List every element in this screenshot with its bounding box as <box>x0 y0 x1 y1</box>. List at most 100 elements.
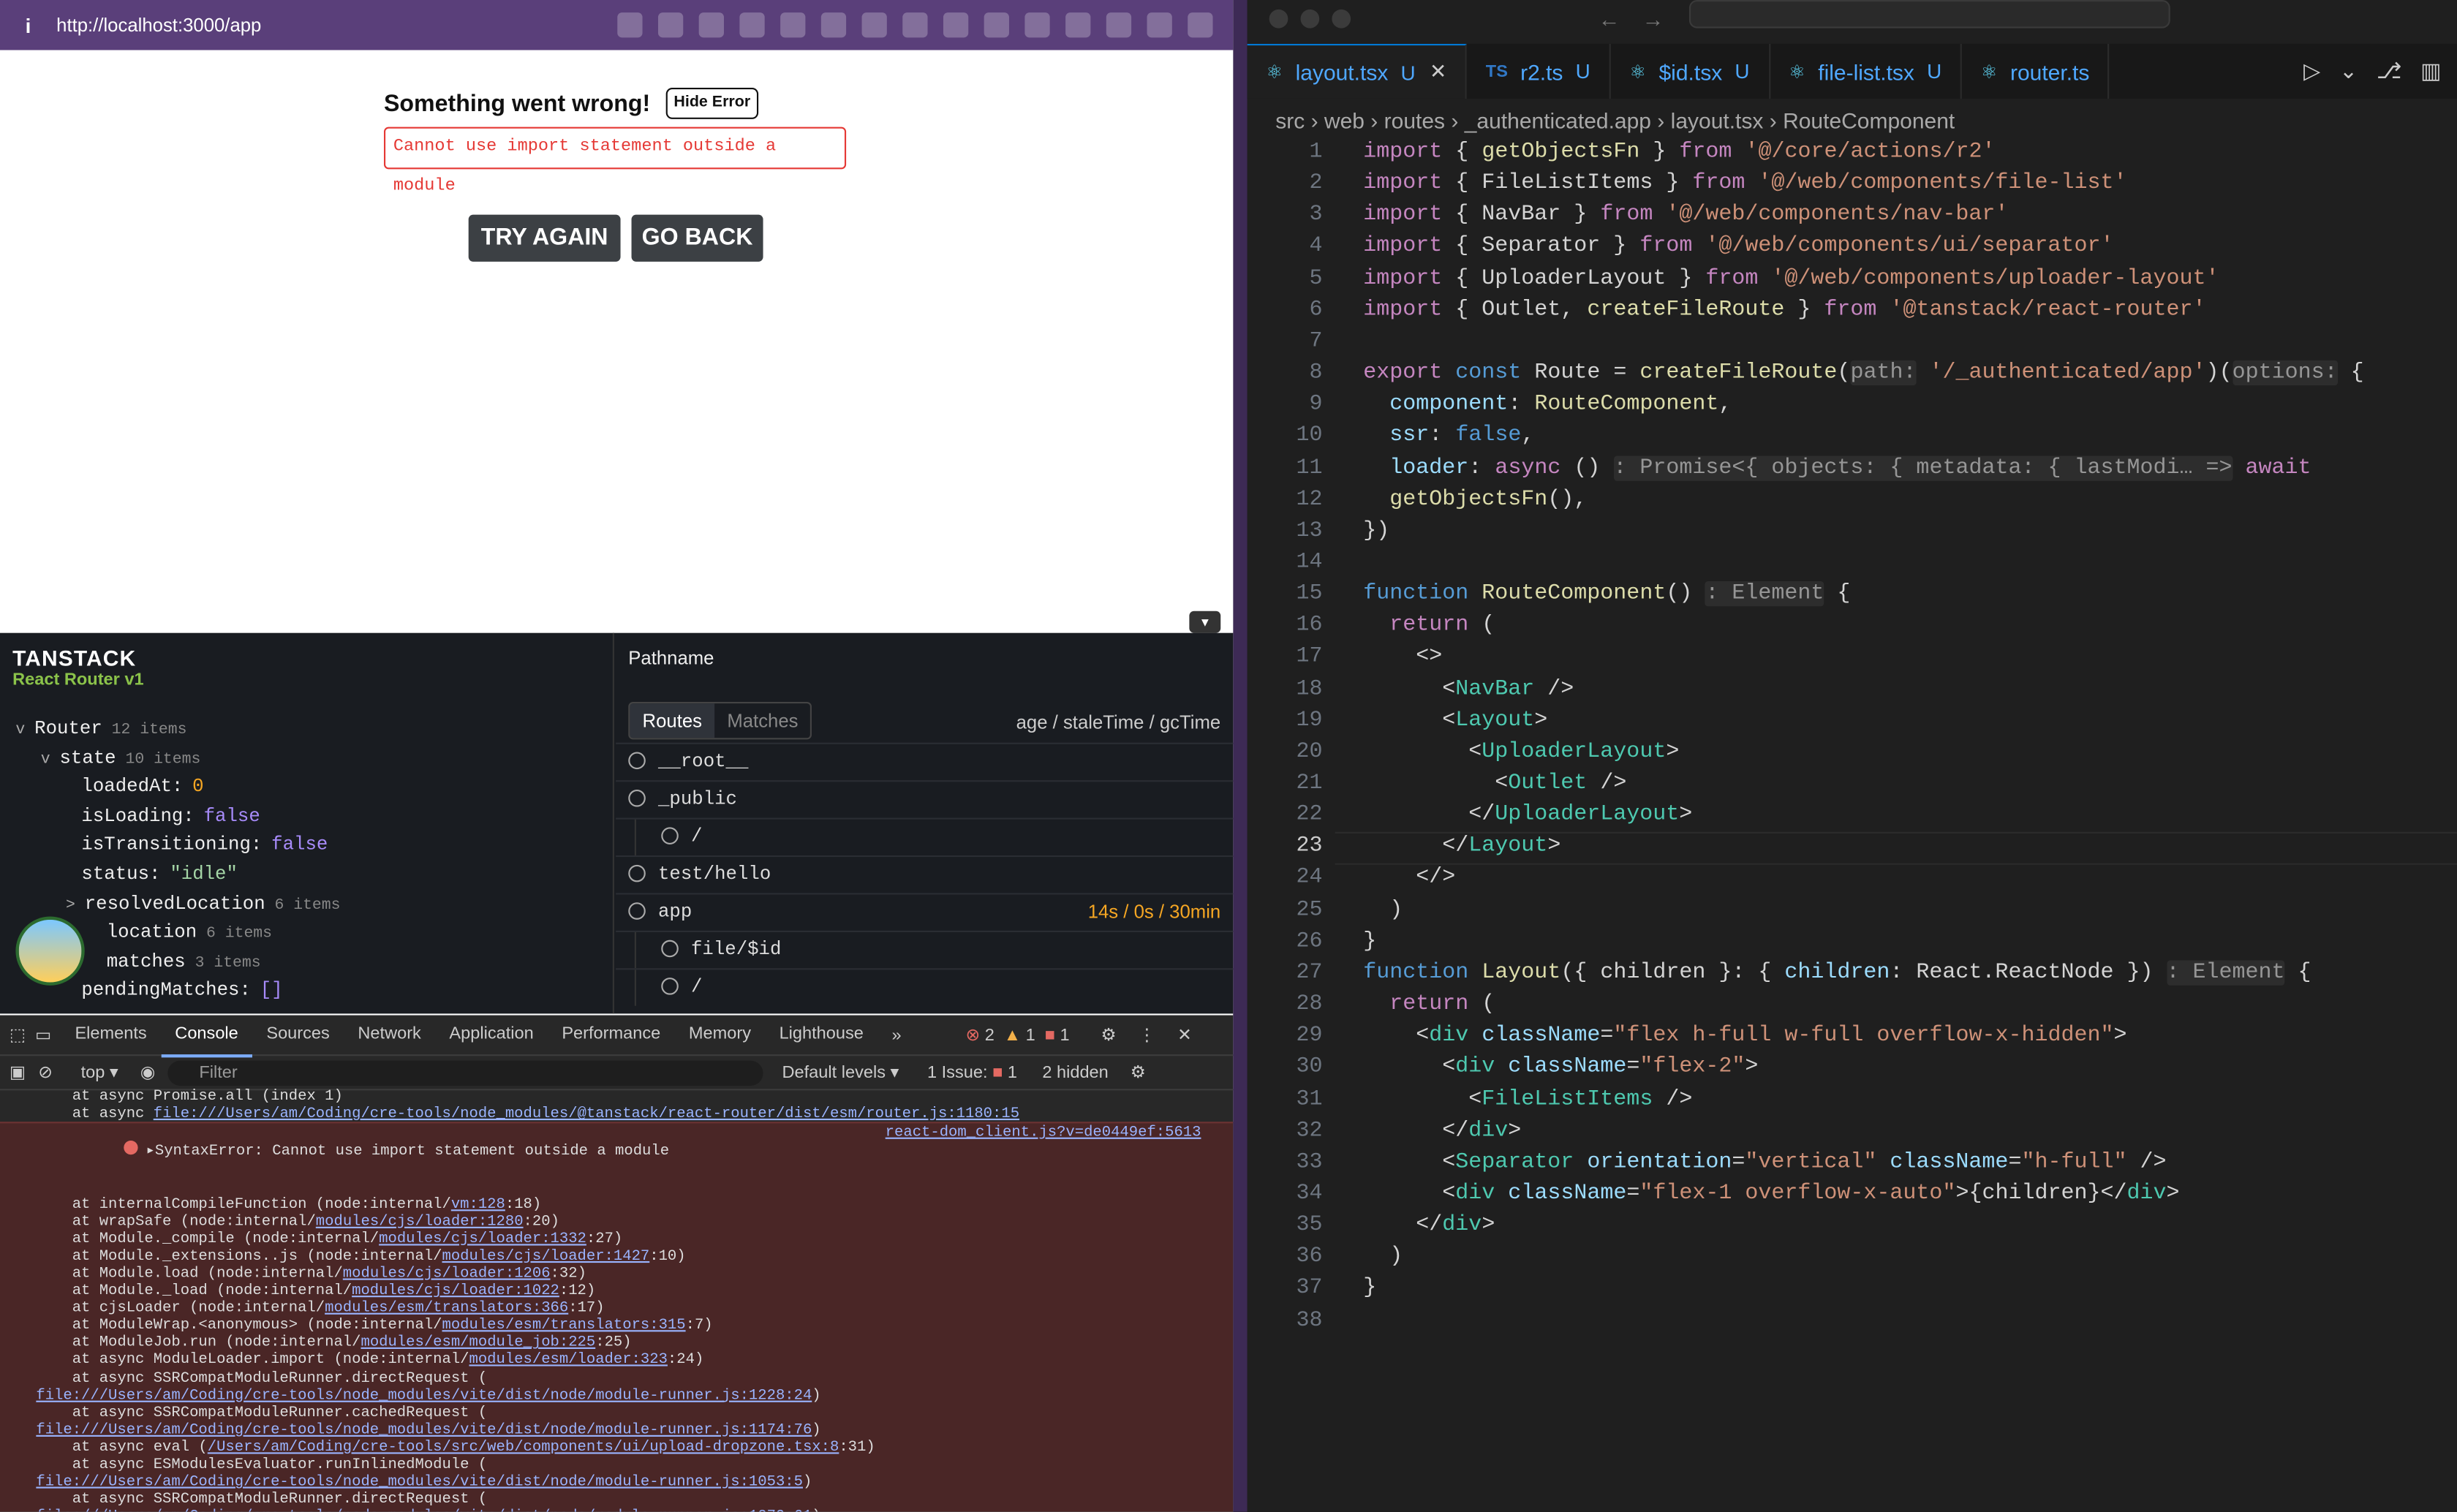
dot-icon[interactable] <box>1106 12 1132 38</box>
stack-link[interactable]: modules/esm/translators:315 <box>442 1316 686 1334</box>
code-line[interactable]: component: RouteComponent, <box>1363 392 1732 417</box>
error-headline[interactable]: ▸SyntaxError: Cannot use import statemen… <box>146 1143 669 1160</box>
hide-error-button[interactable]: Hide Error <box>665 87 758 119</box>
extension-icon[interactable] <box>861 12 887 38</box>
clear-console-icon[interactable]: ⊘ <box>38 1062 53 1083</box>
code-line[interactable]: export const Route = createFileRoute(pat… <box>1363 360 2364 386</box>
code-line[interactable]: import { Outlet, createFileRoute } from … <box>1363 298 2205 322</box>
code-line[interactable]: <FileListItems /> <box>1363 1086 1692 1111</box>
warnings-count[interactable]: ▲ 1 <box>1004 1025 1035 1044</box>
expand-chevron-icon[interactable]: v <box>15 722 25 740</box>
eye-icon[interactable]: ◉ <box>140 1062 156 1083</box>
sidebar-toggle-icon[interactable]: ▣ <box>10 1062 26 1083</box>
code-line[interactable]: </div> <box>1363 1118 1521 1143</box>
code-line[interactable]: </Layout> <box>1363 834 1560 859</box>
stack-link[interactable]: modules/esm/translators:366 <box>325 1299 568 1317</box>
code-line[interactable]: getObjectsFn(), <box>1363 487 1587 512</box>
editor-tab[interactable]: ⚛ $id.tsx U <box>1611 43 1770 99</box>
stack-link[interactable]: vm:128 <box>451 1195 505 1212</box>
stack-link[interactable]: file:///Users/am/Coding/cre-tools/node_m… <box>36 1508 812 1512</box>
go-back-button[interactable]: GO BACK <box>631 214 763 262</box>
screenshot-icon[interactable] <box>657 12 684 38</box>
glasses-icon[interactable] <box>902 12 928 38</box>
minimize-window-icon[interactable] <box>1300 9 1320 29</box>
terminal-icon[interactable] <box>739 12 765 38</box>
breadcrumb-item[interactable]: _authenticated.app <box>1465 108 1651 133</box>
code-line[interactable]: import { getObjectsFn } from '@/core/act… <box>1363 140 1995 165</box>
breadcrumb-item[interactable]: web <box>1324 108 1365 133</box>
error-source-link[interactable]: react-dom_client.js?v=de0449ef:5613 <box>886 1124 1201 1141</box>
code-line[interactable]: } <box>1363 929 1376 953</box>
code-line[interactable]: <div className="flex-2"> <box>1363 1055 1758 1080</box>
link-icon[interactable] <box>617 12 643 38</box>
back-arrow-icon[interactable]: ← <box>1599 7 1620 31</box>
graduate-icon[interactable] <box>984 12 1009 38</box>
context-selector[interactable]: top ▾ <box>81 1062 118 1083</box>
close-tab-icon[interactable]: ✕ <box>1430 59 1446 84</box>
code-line[interactable]: <NavBar /> <box>1363 676 1574 701</box>
code-line[interactable]: <Layout> <box>1363 708 1547 733</box>
breadcrumb-item[interactable]: src <box>1275 108 1305 133</box>
devtools-toggle-avatar[interactable] <box>15 916 85 986</box>
sidebar-icon[interactable] <box>1188 12 1213 38</box>
cloud-icon[interactable] <box>1147 12 1172 38</box>
code-line[interactable]: ) <box>1363 897 1403 922</box>
tab-matches[interactable]: Matches <box>714 703 810 738</box>
stack-link[interactable]: modules/cjs/loader:1332 <box>379 1230 586 1247</box>
code-line[interactable]: </UploaderLayout> <box>1363 802 1692 827</box>
log-levels-dropdown[interactable]: Default levels ▾ <box>782 1062 899 1083</box>
code-line[interactable]: <Separator orientation="vertical" classN… <box>1363 1149 2166 1174</box>
state-tree-row[interactable]: v state 10 items <box>0 744 614 773</box>
editor-tab[interactable]: ⚛ router.ts <box>1962 43 2110 99</box>
state-tree-row[interactable]: v Router 12 items <box>0 714 614 744</box>
code-line[interactable]: return ( <box>1363 613 1495 638</box>
code-line[interactable]: }) <box>1363 518 1389 543</box>
devtools-tab-application[interactable]: Application <box>435 1013 548 1056</box>
kebab-menu-icon[interactable]: ⋮ <box>1139 1024 1156 1046</box>
editor-tab[interactable]: TS r2.ts U <box>1467 43 1611 99</box>
code-line[interactable]: function Layout({ children }: { children… <box>1363 960 2311 986</box>
site-info-icon[interactable]: i <box>0 13 56 37</box>
code-line[interactable]: </div> <box>1363 1213 1495 1238</box>
crosshair-icon[interactable] <box>820 12 847 38</box>
stack-link[interactable]: file:///Users/am/Coding/cre-tools/node_m… <box>36 1421 812 1438</box>
stack-link[interactable]: modules/cjs/loader:1427 <box>442 1247 650 1264</box>
stack-link[interactable]: modules/cjs/loader:1022 <box>352 1282 559 1299</box>
devtools-tab-performance[interactable]: Performance <box>548 1013 675 1056</box>
url-field[interactable]: http://localhost:3000/app <box>56 14 609 36</box>
zoom-window-icon[interactable] <box>1332 9 1351 29</box>
expand-chevron-icon[interactable]: v <box>41 752 50 769</box>
route-row[interactable]: / <box>616 968 1234 1006</box>
console-filter-input[interactable]: Filter <box>167 1059 763 1085</box>
stack-link[interactable]: file:///Users/am/Coding/cre-tools/node_m… <box>154 1105 1019 1122</box>
close-devtools-icon[interactable]: ✕ <box>1177 1024 1192 1046</box>
breadcrumb-item[interactable]: routes <box>1384 108 1445 133</box>
code-line[interactable]: <UploaderLayout> <box>1363 739 1679 764</box>
route-row[interactable]: file/$id <box>616 930 1234 969</box>
devtools-tab-sources[interactable]: Sources <box>252 1013 344 1056</box>
collapse-devtools-icon[interactable]: ▾ <box>1189 611 1221 633</box>
route-row[interactable]: _public <box>616 780 1234 816</box>
globe-icon[interactable] <box>780 12 806 38</box>
editor-tab[interactable]: ⚛ file-list.tsx U <box>1770 43 1963 99</box>
command-center-search[interactable] <box>1688 0 2170 29</box>
code-line[interactable]: <Outlet /> <box>1363 771 1626 795</box>
settings-gear-icon[interactable]: ⚙ <box>1101 1024 1116 1046</box>
device-toggle-icon[interactable]: ▭ <box>35 1024 51 1046</box>
console-settings-icon[interactable]: ⚙ <box>1131 1062 1146 1083</box>
source-control-icon[interactable]: ⎇ <box>2377 58 2402 84</box>
code-line[interactable]: import { UploaderLayout } from '@/web/co… <box>1363 265 2219 290</box>
devtools-tab-lighthouse[interactable]: Lighthouse <box>765 1013 878 1056</box>
crystal-icon[interactable] <box>1024 12 1050 38</box>
route-row[interactable]: __root__ <box>616 742 1234 779</box>
code-line[interactable]: } <box>1363 1276 1376 1301</box>
state-tree-row[interactable]: > resolvedLocation 6 items <box>0 889 614 918</box>
route-row[interactable]: app 14s / 0s / 30min <box>616 893 1234 929</box>
issues-link[interactable]: 1 Issue: ■ 1 <box>927 1063 1017 1082</box>
code-line[interactable]: </> <box>1363 866 1455 891</box>
run-dropdown-icon[interactable]: ⌄ <box>2339 58 2358 84</box>
shield-icon[interactable] <box>943 12 969 38</box>
devtools-tab-elements[interactable]: Elements <box>61 1013 161 1056</box>
route-row[interactable]: test/hello <box>616 855 1234 891</box>
try-again-button[interactable]: TRY AGAIN <box>468 214 621 262</box>
